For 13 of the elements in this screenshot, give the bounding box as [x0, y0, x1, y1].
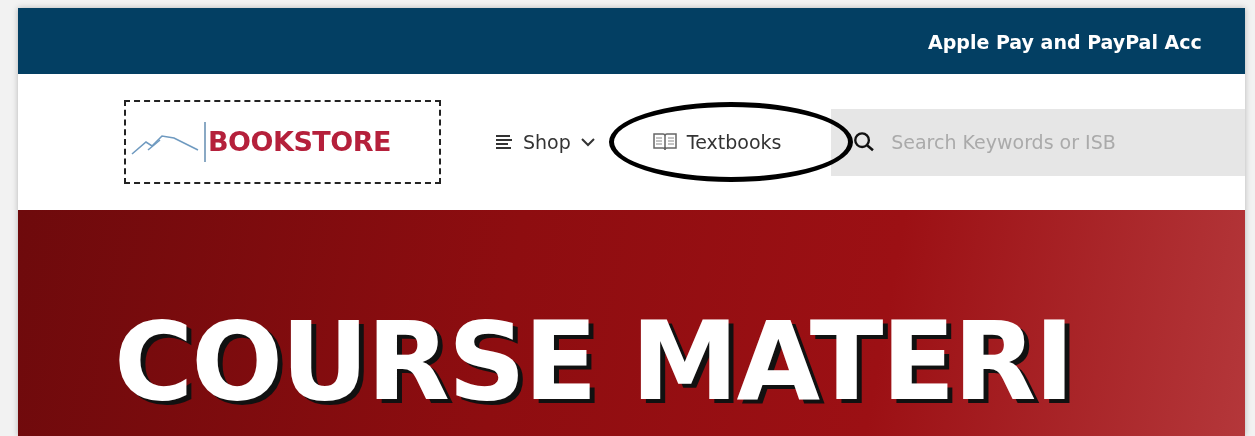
shop-menu[interactable]: Shop	[495, 127, 595, 157]
logo[interactable]: BOOKSTORE	[124, 100, 441, 184]
chevron-down-icon	[580, 137, 595, 147]
menu-icon	[495, 134, 513, 150]
hero-title: COURSE MATERI	[114, 308, 1073, 416]
search-bar[interactable]: Search Keywords or ISB	[831, 108, 1245, 176]
search-icon	[853, 130, 876, 154]
mountain-icon	[130, 120, 208, 164]
search-field[interactable]: Search Keywords or ISB	[889, 126, 1245, 158]
logo-text: BOOKSTORE	[208, 124, 391, 159]
nav-link[interactable]: Textbooks	[652, 127, 782, 157]
announcement-text: Apple Pay and PayPal Acc	[928, 30, 1202, 55]
book-icon	[652, 132, 677, 152]
